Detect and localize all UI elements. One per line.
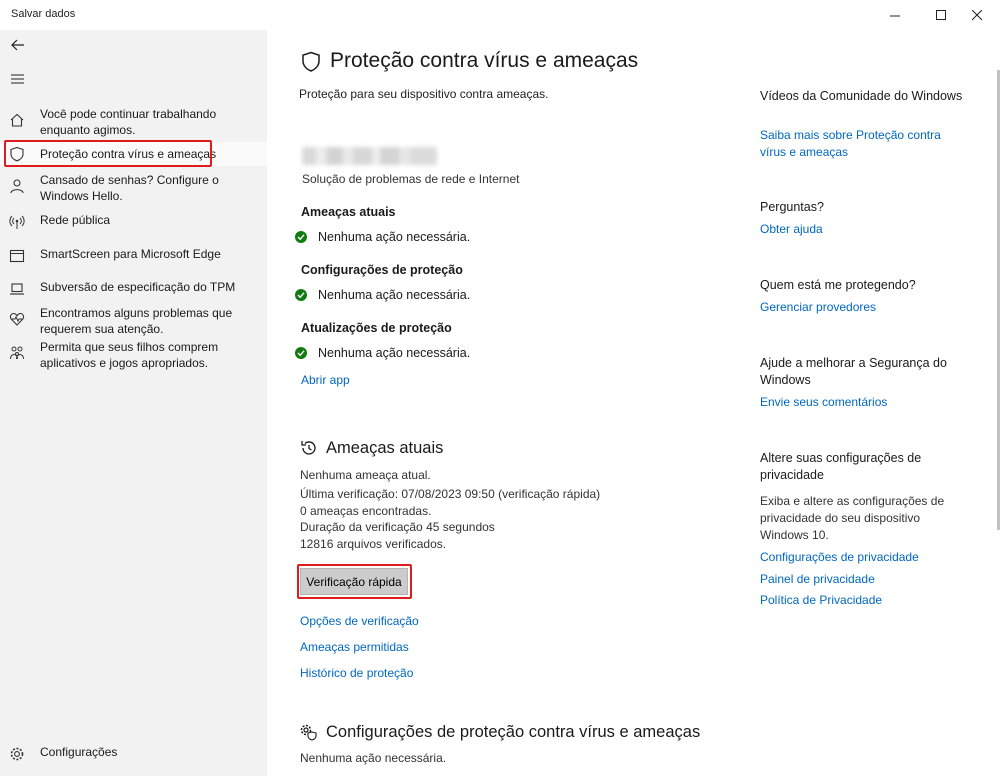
home-icon — [10, 113, 24, 127]
status-text: Nenhuma ação necessária. — [318, 288, 471, 302]
back-arrow-icon — [11, 39, 24, 51]
quick-scan-button[interactable]: Verificação rápida — [300, 568, 408, 595]
status-heading: Configurações de proteção — [301, 263, 463, 277]
manage-providers-link[interactable]: Gerenciar provedores — [760, 299, 970, 316]
privacy-policy-link[interactable]: Política de Privacidade — [760, 592, 970, 609]
open-app-link[interactable]: Abrir app — [301, 373, 350, 387]
threats-line: Última verificação: 07/08/2023 09:50 (ve… — [300, 487, 601, 501]
sidebar-item-network[interactable]: Rede pública — [0, 212, 267, 234]
check-circle-icon — [295, 289, 307, 301]
who-protects-heading: Quem está me protegendo? — [760, 278, 916, 292]
protection-history-link[interactable]: Histórico de proteção — [300, 666, 413, 680]
laptop-icon — [10, 283, 24, 295]
history-scan-icon — [301, 441, 316, 455]
main-content: Proteção contra vírus e ameaças Proteção… — [267, 30, 1000, 776]
status-text: Nenhuma ação necessária. — [318, 230, 471, 244]
title-bar: Salvar dados — [0, 0, 1000, 30]
window-title: Salvar dados — [11, 8, 76, 20]
privacy-dashboard-link[interactable]: Painel de privacidade — [760, 571, 970, 588]
sidebar-item-tpm[interactable]: Subversão de especificação do TPM — [0, 279, 267, 301]
community-heading: Vídeos da Comunidade do Windows — [760, 89, 963, 103]
shield-icon — [10, 146, 24, 162]
antenna-icon — [9, 215, 25, 229]
allowed-threats-link[interactable]: Ameaças permitidas — [300, 640, 409, 654]
status-text: Nenhuma ação necessária. — [318, 346, 471, 360]
threats-line: 0 ameaças encontradas. — [300, 504, 432, 518]
sidebar-item-label: Você pode continuar trabalhando enquanto… — [40, 107, 217, 137]
sidebar-item-label: Cansado de senhas? Configure o Windows H… — [40, 173, 219, 203]
learn-more-link[interactable]: Saiba mais sobre Proteção contra vírus e… — [760, 127, 970, 161]
close-icon — [971, 9, 982, 20]
scan-options-link[interactable]: Opções de verificação — [300, 614, 419, 628]
gear-icon — [10, 747, 24, 761]
sidebar-item-family[interactable]: Permita que seus filhos comprem aplicati… — [0, 339, 267, 373]
sidebar-item-label: Rede pública — [40, 213, 111, 227]
page-subtitle: Proteção para seu dispositivo contra ame… — [299, 87, 549, 101]
sidebar-item-virus-protection[interactable]: Proteção contra vírus e ameaças — [0, 142, 267, 166]
sidebar-item-label: Configurações — [40, 745, 118, 759]
shield-icon — [302, 51, 320, 72]
minimize-button[interactable] — [872, 0, 918, 30]
hamburger-icon — [11, 74, 24, 84]
gear-shield-icon — [300, 724, 317, 741]
heart-pulse-icon — [9, 312, 25, 326]
sidebar-item-label: Encontramos alguns problemas que requere… — [40, 306, 233, 336]
close-button[interactable] — [954, 0, 1000, 30]
app-browser-icon — [9, 249, 25, 263]
minimize-icon — [889, 15, 900, 16]
status-row: Nenhuma ação necessária. — [295, 288, 470, 302]
status-row: Nenhuma ação necessária. — [295, 230, 470, 244]
threats-line: Nenhuma ameaça atual. — [300, 468, 431, 482]
maximize-icon — [935, 9, 946, 20]
provider-description: Solução de problemas de rede e Internet — [302, 172, 520, 186]
sidebar-item-home[interactable]: Você pode continuar trabalhando enquanto… — [0, 106, 267, 140]
sidebar-item-label: Proteção contra vírus e ameaças — [40, 147, 217, 161]
blurred-provider-name — [302, 147, 437, 165]
sidebar-item-label: Permita que seus filhos comprem aplicati… — [40, 340, 219, 370]
status-heading: Ameaças atuais — [301, 205, 396, 219]
status-row: Nenhuma ação necessária. — [295, 346, 470, 360]
family-icon — [10, 346, 24, 360]
sidebar-item-label: SmartScreen para Microsoft Edge — [40, 247, 221, 261]
get-help-link[interactable]: Obter ajuda — [760, 221, 970, 238]
sidebar-item-settings[interactable]: Configurações — [0, 744, 267, 766]
privacy-settings-link[interactable]: Configurações de privacidade — [760, 549, 970, 566]
sidebar-item-label: Subversão de especificação do TPM — [40, 280, 236, 294]
status-heading: Atualizações de proteção — [301, 321, 452, 335]
page-title: Proteção contra vírus e ameaças — [330, 49, 639, 72]
check-circle-icon — [295, 347, 307, 359]
sidebar-item-smartscreen[interactable]: SmartScreen para Microsoft Edge — [0, 246, 267, 268]
threats-line: 12816 arquivos verificados. — [300, 537, 447, 551]
send-feedback-link[interactable]: Envie seus comentários — [760, 394, 970, 411]
person-icon — [10, 179, 24, 194]
sidebar: Você pode continuar trabalhando enquanto… — [0, 30, 267, 776]
questions-heading: Perguntas? — [760, 200, 824, 214]
threats-title: Ameaças atuais — [326, 439, 444, 457]
protection-settings-status: Nenhuma ação necessária. — [300, 751, 447, 765]
sidebar-item-account[interactable]: Cansado de senhas? Configure o Windows H… — [0, 172, 267, 206]
privacy-text: Exiba e altere as configurações de priva… — [760, 494, 945, 542]
threats-line: Duração da verificação 45 segundos — [300, 520, 495, 534]
back-button[interactable] — [9, 36, 27, 54]
menu-button[interactable] — [9, 72, 27, 86]
improve-heading: Ajude a melhorar a Segurança do Windows — [760, 356, 947, 387]
sidebar-item-device-health[interactable]: Encontramos alguns problemas que requere… — [0, 305, 267, 339]
privacy-heading: Altere suas configurações de privacidade — [760, 451, 922, 482]
protection-settings-title: Configurações de proteção contra vírus e… — [326, 723, 701, 741]
check-circle-icon — [295, 231, 307, 243]
